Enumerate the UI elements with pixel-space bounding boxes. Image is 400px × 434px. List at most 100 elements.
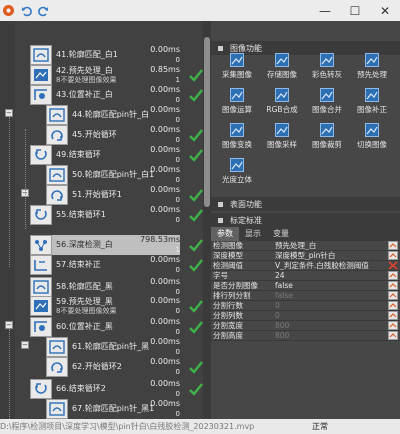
tool-button[interactable]: 切换图像 <box>350 123 394 153</box>
close-button[interactable]: ✕ <box>370 0 400 21</box>
flow-scrollbar-thumb[interactable] <box>204 37 210 207</box>
image-tool-icon <box>365 123 379 137</box>
tool-button[interactable]: 光度立体 <box>215 158 259 188</box>
param-row: 分割宽度 800 <box>211 321 400 331</box>
tab-variables[interactable]: 变量 <box>267 227 295 241</box>
flow-item-text: 45.开始循环 <box>72 130 117 140</box>
minimize-button[interactable]: — <box>310 0 340 21</box>
param-value[interactable]: false <box>271 291 388 300</box>
param-value[interactable]: false <box>271 281 388 290</box>
flow-item-duration: 0.00ms <box>150 125 180 134</box>
tool-button[interactable]: 图像合并 <box>305 88 349 118</box>
flow-item[interactable]: 49.结束循环 0.00ms 0 <box>30 145 203 165</box>
tool-button[interactable]: 存储图像 <box>260 53 304 83</box>
flow-item[interactable]: 67.轮廓匹配pin针_黑1 0.00ms 0 <box>46 399 180 419</box>
flow-item-label: 41.轮廓匹配_白1 <box>56 50 118 59</box>
flow-item[interactable]: 62.开始循环2 0.00ms 0 <box>46 357 203 377</box>
flow-item-count: 0 <box>175 136 180 144</box>
maximize-button[interactable]: ☐ <box>340 0 370 21</box>
tab-display[interactable]: 显示 <box>239 227 267 241</box>
tool-button[interactable]: 图像补正 <box>350 88 394 118</box>
tool-button[interactable]: 预先处理 <box>350 53 394 83</box>
param-row: 是否分割图像 false <box>211 281 400 291</box>
flow-item-time: 0.00ms 0 <box>128 205 180 225</box>
flow-item[interactable]: 57.结束补正 0.00ms 0 <box>30 255 203 275</box>
image-tool-icon <box>275 88 289 102</box>
flow-item-count: 0 <box>175 96 180 104</box>
flow-item-duration: 0.85ms <box>150 65 180 74</box>
tool-button[interactable]: 采集图像 <box>215 53 259 83</box>
link-source-icon[interactable] <box>388 241 398 250</box>
collapse-toggle-icon[interactable]: − <box>5 321 13 329</box>
flow-item[interactable]: 50.轮廓匹配pin针_白1 0.00ms 0 <box>46 165 180 185</box>
flow-item[interactable]: 66.结束循环2 0.00ms 0 <box>30 379 203 399</box>
param-value[interactable]: 预先处理_白 <box>271 241 388 250</box>
collapse-toggle-icon[interactable]: − <box>21 341 29 349</box>
surface-section-header[interactable]: 表面功能 <box>211 197 400 211</box>
flow-item[interactable]: 58.轮廓匹配_黑 0.00ms 0 <box>30 277 180 297</box>
flow-item-duration: 0.00ms <box>150 105 180 114</box>
param-value[interactable]: 800 <box>271 321 388 330</box>
param-row: 检测图像 预先处理_白 <box>211 241 400 251</box>
link-source-icon[interactable] <box>388 251 398 260</box>
flow-item-text: 62.开始循环2 <box>72 362 122 372</box>
tool-button[interactable]: 图像采样 <box>260 123 304 153</box>
flow-item[interactable]: 61.轮廓匹配pin针_黑 0.00ms 0 <box>46 337 180 357</box>
tab-params[interactable]: 参数 <box>211 227 239 241</box>
tool-label: 图像裁剪 <box>312 140 342 149</box>
clear-link-icon[interactable] <box>388 261 398 270</box>
tool-button[interactable]: 图像变换 <box>215 123 259 153</box>
flow-item-duration: 0.00ms <box>150 277 180 286</box>
param-value[interactable]: 0 <box>271 301 388 310</box>
tool-button[interactable]: 图像裁剪 <box>305 123 349 153</box>
tool-button[interactable]: 彩色转灰 <box>305 53 349 83</box>
flow-item[interactable]: 43.位置补正_白 0.00ms 0 <box>30 85 203 105</box>
tool-label: 图像补正 <box>357 105 387 114</box>
flow-item-duration: 0.00ms <box>150 205 180 214</box>
link-source-icon[interactable] <box>388 331 398 340</box>
calibration-section-header[interactable]: 标定标准 <box>211 213 400 227</box>
param-value[interactable]: 0 <box>271 311 388 320</box>
link-source-icon[interactable] <box>388 271 398 280</box>
link-source-icon[interactable] <box>388 301 398 310</box>
flow-scrollbar[interactable] <box>203 21 211 419</box>
tree-guide-line <box>9 329 10 419</box>
param-row: 检测阈值 V_判定条件.白残胶检测阈值 <box>211 261 400 271</box>
flow-item[interactable]: 56.深度检测_白 798.53ms 1 <box>30 235 203 255</box>
link-source-icon[interactable] <box>388 281 398 290</box>
flow-item-icon <box>46 337 68 357</box>
flow-item-icon <box>46 185 68 205</box>
flow-item[interactable]: 45.开始循环 0.00ms 0 <box>46 125 203 145</box>
param-value[interactable]: 800 <box>271 331 388 340</box>
flow-item[interactable]: 60.位置补正_黑 0.00ms 0 <box>30 317 203 337</box>
link-source-icon[interactable] <box>388 311 398 320</box>
flow-item-label: 62.开始循环2 <box>72 362 122 371</box>
collapse-icon <box>218 45 223 51</box>
collapse-toggle-icon[interactable]: − <box>5 109 13 117</box>
flow-item-duration: 0.00ms <box>150 85 180 94</box>
surface-section-title: 表面功能 <box>230 199 262 209</box>
flow-item-label: 58.轮廓匹配_黑 <box>56 282 113 291</box>
flow-item[interactable]: 44.轮廓匹配pin针_白 0.00ms 0 <box>46 105 180 125</box>
flow-item-text: 41.轮廓匹配_白1 <box>56 50 118 60</box>
check-icon <box>188 359 203 375</box>
flow-item[interactable]: 41.轮廓匹配_白1 0.00ms 0 <box>30 45 180 65</box>
param-value[interactable]: V_判定条件.白残胶检测阈值 <box>271 261 388 270</box>
redo-icon[interactable] <box>36 4 49 17</box>
param-value[interactable]: 深度模型_pin针白 <box>271 251 388 260</box>
param-key: 深度模型 <box>213 251 243 260</box>
flow-item-duration: 798.53ms <box>140 235 180 244</box>
tool-button[interactable]: 图像运算 <box>215 88 259 118</box>
flow-item[interactable]: 55.结束循环1 0.00ms 0 <box>30 205 203 225</box>
undo-icon[interactable] <box>20 4 33 17</box>
flow-item[interactable]: 59.预先处理_黑 8不要处理图像效果 0.00ms 0 <box>30 296 203 316</box>
flow-item-time: 0.00ms 0 <box>128 45 180 65</box>
flow-item-time: 0.00ms 0 <box>128 165 180 185</box>
tool-button[interactable]: RGB合成 <box>260 88 304 118</box>
flow-item[interactable]: 42.预先处理_白 8不要处理图像效果 0.85ms 1 <box>30 65 203 85</box>
param-value[interactable]: 24 <box>271 271 388 280</box>
link-source-icon[interactable] <box>388 321 398 330</box>
link-source-icon[interactable] <box>388 291 398 300</box>
flow-item[interactable]: 51.开始循环1 0.00ms 0 <box>46 185 203 205</box>
image-tool-icon <box>320 123 334 137</box>
